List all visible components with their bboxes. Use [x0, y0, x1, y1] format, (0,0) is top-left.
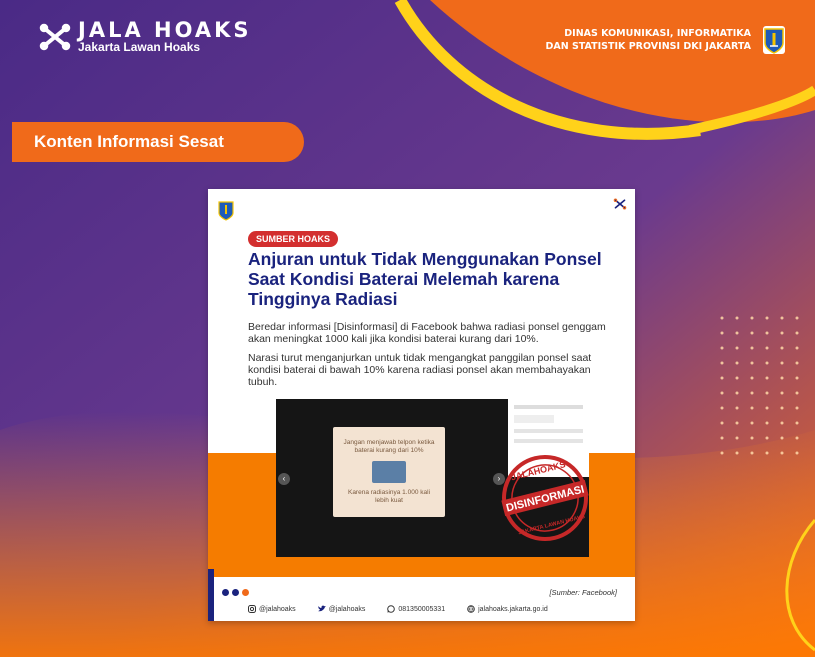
dki-jakarta-emblem-icon — [218, 201, 234, 221]
card-dots — [222, 589, 249, 596]
agency-line-2: DAN STATISTIK PROVINSI DKI JAKARTA — [545, 41, 751, 52]
whatsapp-icon — [387, 605, 396, 613]
instagram-icon — [248, 605, 256, 613]
footer-twitter[interactable]: @jalahoaks — [317, 605, 366, 613]
card-paragraph-1: Beredar informasi [Disinformasi] di Face… — [248, 321, 606, 345]
evidence-post-image: Jangan menjawab telpon ketika baterai ku… — [333, 427, 445, 517]
footer-instagram[interactable]: @jalahoaks — [248, 605, 296, 613]
evidence-text-top: Jangan menjawab telpon ketika baterai ku… — [343, 439, 435, 454]
evidence-text-bottom: Karena radiasinya 1.000 kali lebih kuat — [347, 489, 431, 504]
stamp-top-text: JALAHOAKS — [510, 459, 567, 482]
footer-website[interactable]: jalahoaks.jakarta.go.id — [467, 605, 548, 613]
footer-contacts: @jalahoaks @jalahoaks 081350005331 jalah… — [248, 605, 628, 613]
source-note: [Sumber: Facebook] — [549, 588, 617, 597]
category-label: Konten Informasi Sesat — [12, 122, 304, 162]
twitter-handle: @jalahoaks — [328, 605, 366, 613]
card-jala-hoaks-logo — [613, 197, 627, 213]
card-paragraph-2: Narasi turut menganjurkan untuk tidak me… — [248, 352, 592, 388]
blue-accent-bar — [208, 569, 214, 621]
prev-arrow-icon: ‹ — [278, 473, 290, 485]
card-title: Anjuran untuk Tidak Menggunakan Ponsel S… — [248, 249, 602, 309]
jala-hoaks-logo-icon — [613, 198, 627, 210]
website-url: jalahoaks.jakarta.go.id — [478, 605, 548, 613]
jala-hoaks-logo-icon — [39, 23, 71, 51]
agency-line-1: DINAS KOMUNIKASI, INFORMATIKA — [564, 28, 751, 39]
brand-logo: JALA HOAKS Jakarta Lawan Hoaks — [38, 20, 252, 54]
dki-jakarta-emblem-icon — [763, 26, 785, 54]
source-badge: SUMBER HOAKS — [248, 231, 339, 247]
footer-whatsapp[interactable]: 081350005331 — [387, 605, 445, 613]
brand-subtitle: Jakarta Lawan Hoaks — [78, 40, 201, 54]
globe-icon — [467, 605, 475, 613]
disinformasi-stamp: JALAHOAKS DISINFORMASI JAKARTA LAWAN HOA… — [501, 455, 589, 541]
twitter-icon — [317, 605, 326, 612]
hoax-card: SUMBER HOAKS Anjuran untuk Tidak Menggun… — [208, 189, 635, 621]
whatsapp-number: 081350005331 — [398, 605, 446, 613]
brand-title: JALA HOAKS — [78, 18, 252, 42]
slide: JALA HOAKS Jakarta Lawan Hoaks DINAS KOM… — [0, 0, 815, 657]
phone-charging-image — [372, 461, 406, 483]
instagram-handle: @jalahoaks — [259, 605, 296, 613]
agency-name: DINAS KOMUNIKASI, INFORMATIKA DAN STATIS… — [545, 27, 751, 53]
